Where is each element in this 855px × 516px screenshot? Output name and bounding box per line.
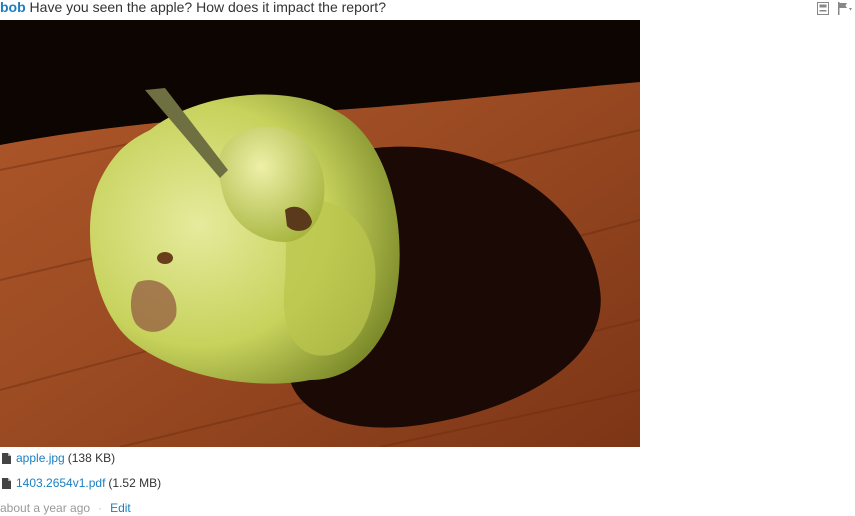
timestamp: about a year ago	[0, 501, 91, 515]
message-header: bob Have you seen the apple? How does it…	[0, 0, 386, 16]
attachment-row: apple.jpg (138 KB)	[2, 450, 115, 466]
file-icon	[2, 477, 11, 489]
save-icon[interactable]	[815, 0, 831, 16]
attachment-link[interactable]: 1403.2654v1.pdf	[16, 476, 105, 490]
message-actions	[815, 0, 855, 16]
message-username[interactable]: bob	[0, 0, 26, 15]
attachment-link[interactable]: apple.jpg	[16, 451, 65, 465]
attachment-row: 1403.2654v1.pdf (1.52 MB)	[2, 475, 161, 491]
message-text: Have you seen the apple? How does it imp…	[29, 0, 386, 15]
message-footer: about a year ago · Edit	[0, 500, 131, 516]
edit-link[interactable]: Edit	[110, 501, 131, 515]
file-icon	[2, 452, 11, 464]
attachment-size: (138 KB)	[67, 451, 116, 465]
separator: ·	[98, 501, 103, 515]
apple-photo[interactable]	[0, 20, 640, 447]
attachment-size: (1.52 MB)	[108, 476, 162, 490]
flag-icon[interactable]	[837, 0, 853, 16]
